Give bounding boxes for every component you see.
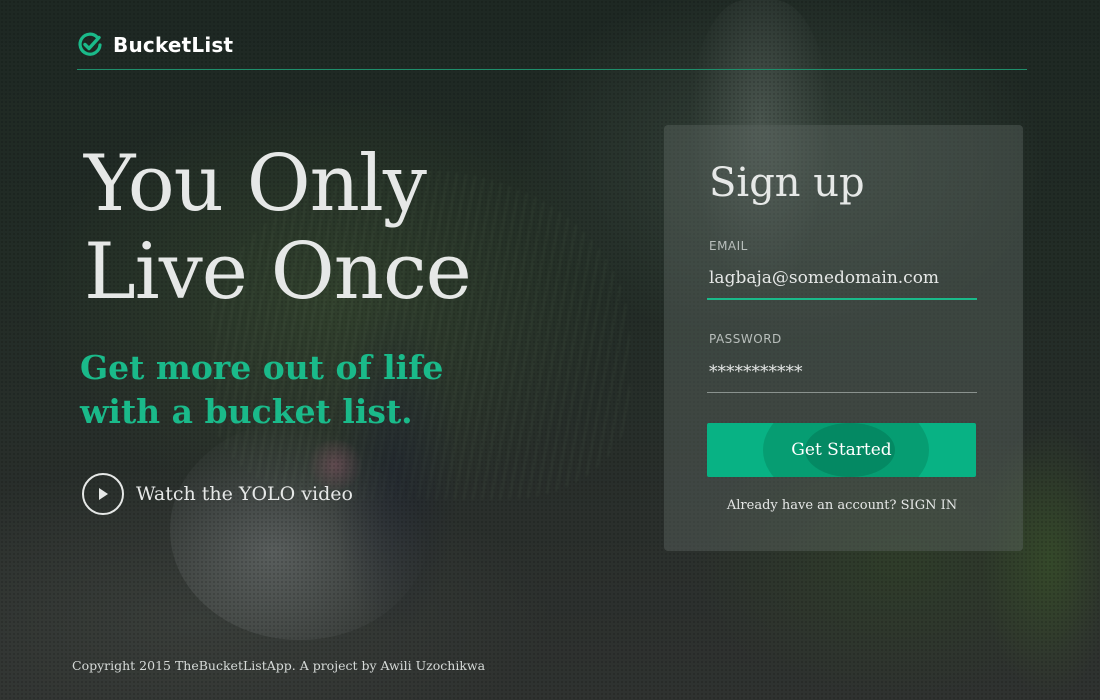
check-circle-icon: [78, 32, 102, 56]
password-field[interactable]: [707, 353, 977, 391]
play-icon: [99, 488, 108, 500]
watch-video-label[interactable]: Watch the YOLO video: [136, 483, 353, 505]
brand-name: BucketList: [113, 33, 234, 57]
signup-title: Sign up: [709, 160, 865, 206]
email-underline: [707, 298, 977, 300]
signin-row: Already have an account? SIGN IN: [664, 498, 1020, 513]
signin-link[interactable]: SIGN IN: [901, 498, 957, 513]
signin-prompt: Already have an account?: [726, 498, 897, 513]
signup-card: Sign up EMAIL PASSWORD Get Started Alrea…: [664, 125, 1023, 551]
password-underline: [707, 392, 977, 393]
watch-video-link[interactable]: Watch the YOLO video: [82, 473, 353, 515]
get-started-label: Get Started: [791, 440, 892, 460]
hero-subtitle-line-2: with a bucket list.: [80, 392, 413, 431]
hero-title-line-2: Live Once: [84, 227, 472, 317]
hero-subtitle: Get more out of life with a bucket list.: [80, 346, 520, 434]
play-button[interactable]: [82, 473, 124, 515]
hero-subtitle-line-1: Get more out of life: [80, 348, 444, 387]
hero-title: You Only Live Once: [84, 140, 644, 316]
footer-copyright: Copyright 2015 TheBucketListApp. A proje…: [72, 658, 486, 673]
email-label: EMAIL: [709, 239, 748, 253]
hero-title-line-1: You Only: [84, 139, 427, 229]
password-label: PASSWORD: [709, 332, 782, 346]
email-field[interactable]: [707, 259, 977, 297]
get-started-button[interactable]: Get Started: [707, 423, 976, 477]
brand-logo[interactable]: BucketList: [77, 30, 1027, 60]
top-header: BucketList: [77, 30, 1027, 70]
